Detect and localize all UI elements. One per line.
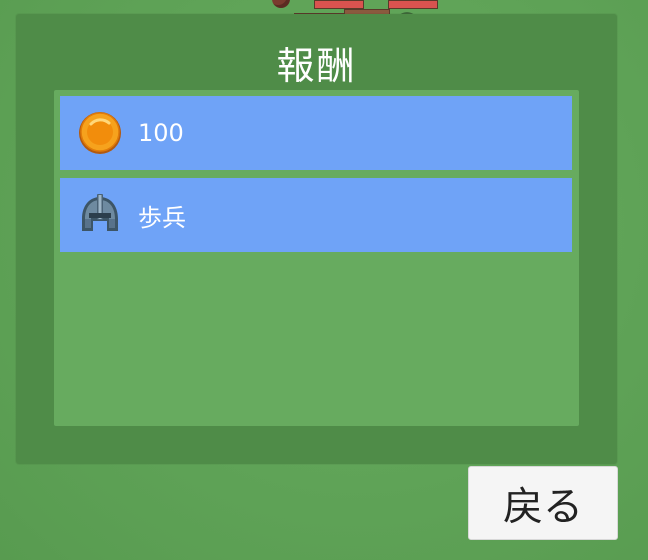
reward-list: 100 歩兵 [54,90,579,426]
reward-label: 100 [138,119,184,147]
back-button[interactable]: 戻る [468,466,618,540]
knight-helmet-icon [76,191,124,239]
game-scene: 報酬 100 歩兵 戻る [0,0,648,560]
reward-item-infantry[interactable]: 歩兵 [60,178,572,252]
reward-item-gold[interactable]: 100 [60,96,572,170]
gold-coin-icon [76,109,124,157]
reward-label: 歩兵 [138,203,186,232]
panel-title: 報酬 [276,44,357,88]
unit-health-bar [388,0,438,9]
soldier-unit [272,0,290,8]
unit-health-bar [314,0,364,9]
